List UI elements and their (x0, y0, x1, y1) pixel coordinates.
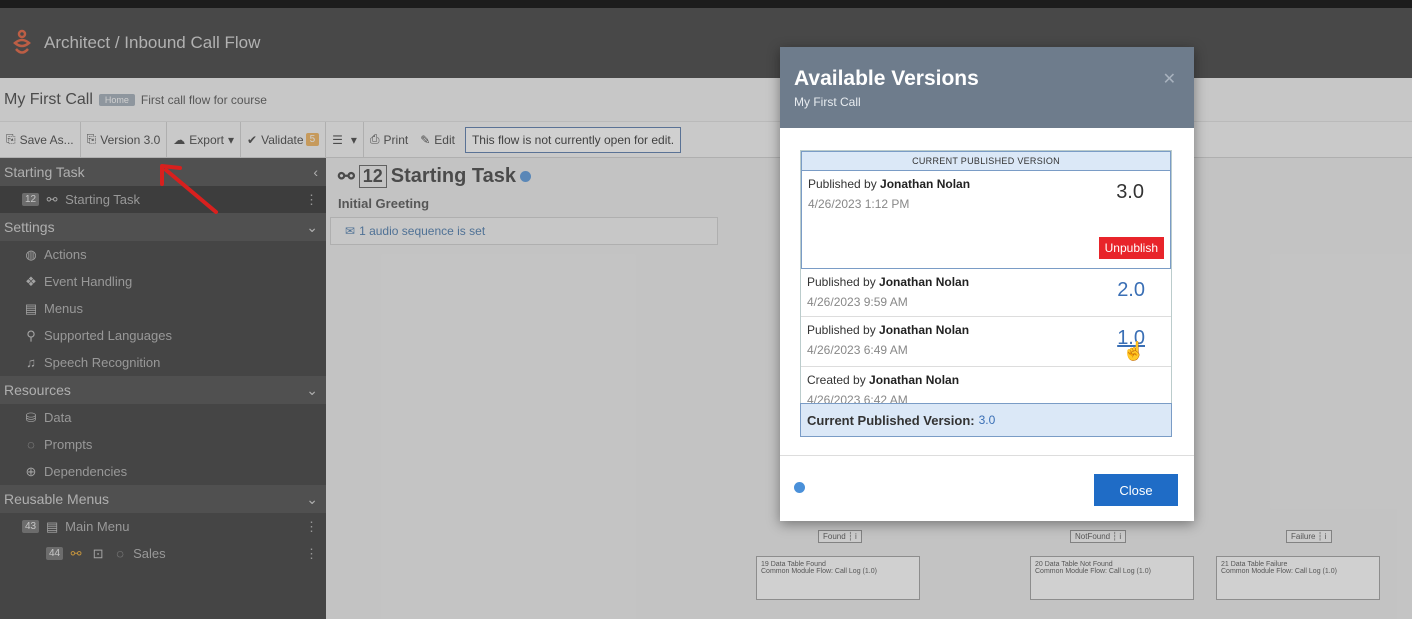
hand-cursor-icon: ☝ (1122, 341, 1145, 361)
current-published-version-summary: Current Published Version: 3.0 (800, 403, 1172, 437)
current-published-header: CURRENT PUBLISHED VERSION (801, 151, 1171, 171)
version-row: Published by Jonathan Nolan 4/26/2023 6:… (801, 317, 1171, 367)
version-row: Published by Jonathan Nolan 4/26/2023 1:… (801, 171, 1171, 269)
unpublish-button[interactable]: Unpublish (1098, 237, 1164, 259)
dialog-title: Available Versions (794, 67, 979, 90)
dialog-header: Available Versions My First Call ✕ (780, 47, 1194, 128)
close-icon[interactable]: ✕ (1163, 69, 1176, 89)
modal-backdrop[interactable] (0, 8, 1412, 619)
version-row: Published by Jonathan Nolan 4/26/2023 9:… (801, 269, 1171, 317)
current-version-label: Current Published Version: (807, 412, 975, 428)
help-icon[interactable] (794, 482, 805, 493)
available-versions-dialog: Available Versions My First Call ✕ CURRE… (780, 47, 1194, 521)
version-number: 3.0 (1116, 181, 1144, 203)
top-strip (0, 0, 1412, 8)
version-author: Created by Jonathan Nolan (807, 373, 960, 387)
version-link[interactable]: 2.0 (1117, 279, 1145, 302)
versions-list: CURRENT PUBLISHED VERSION Published by J… (800, 150, 1172, 416)
dialog-footer: Close (780, 455, 1194, 521)
current-version-link[interactable]: 3.0 (979, 413, 996, 427)
annotation-arrow-icon (160, 164, 218, 214)
close-button[interactable]: Close (1094, 474, 1178, 506)
dialog-subtitle: My First Call (794, 95, 861, 109)
